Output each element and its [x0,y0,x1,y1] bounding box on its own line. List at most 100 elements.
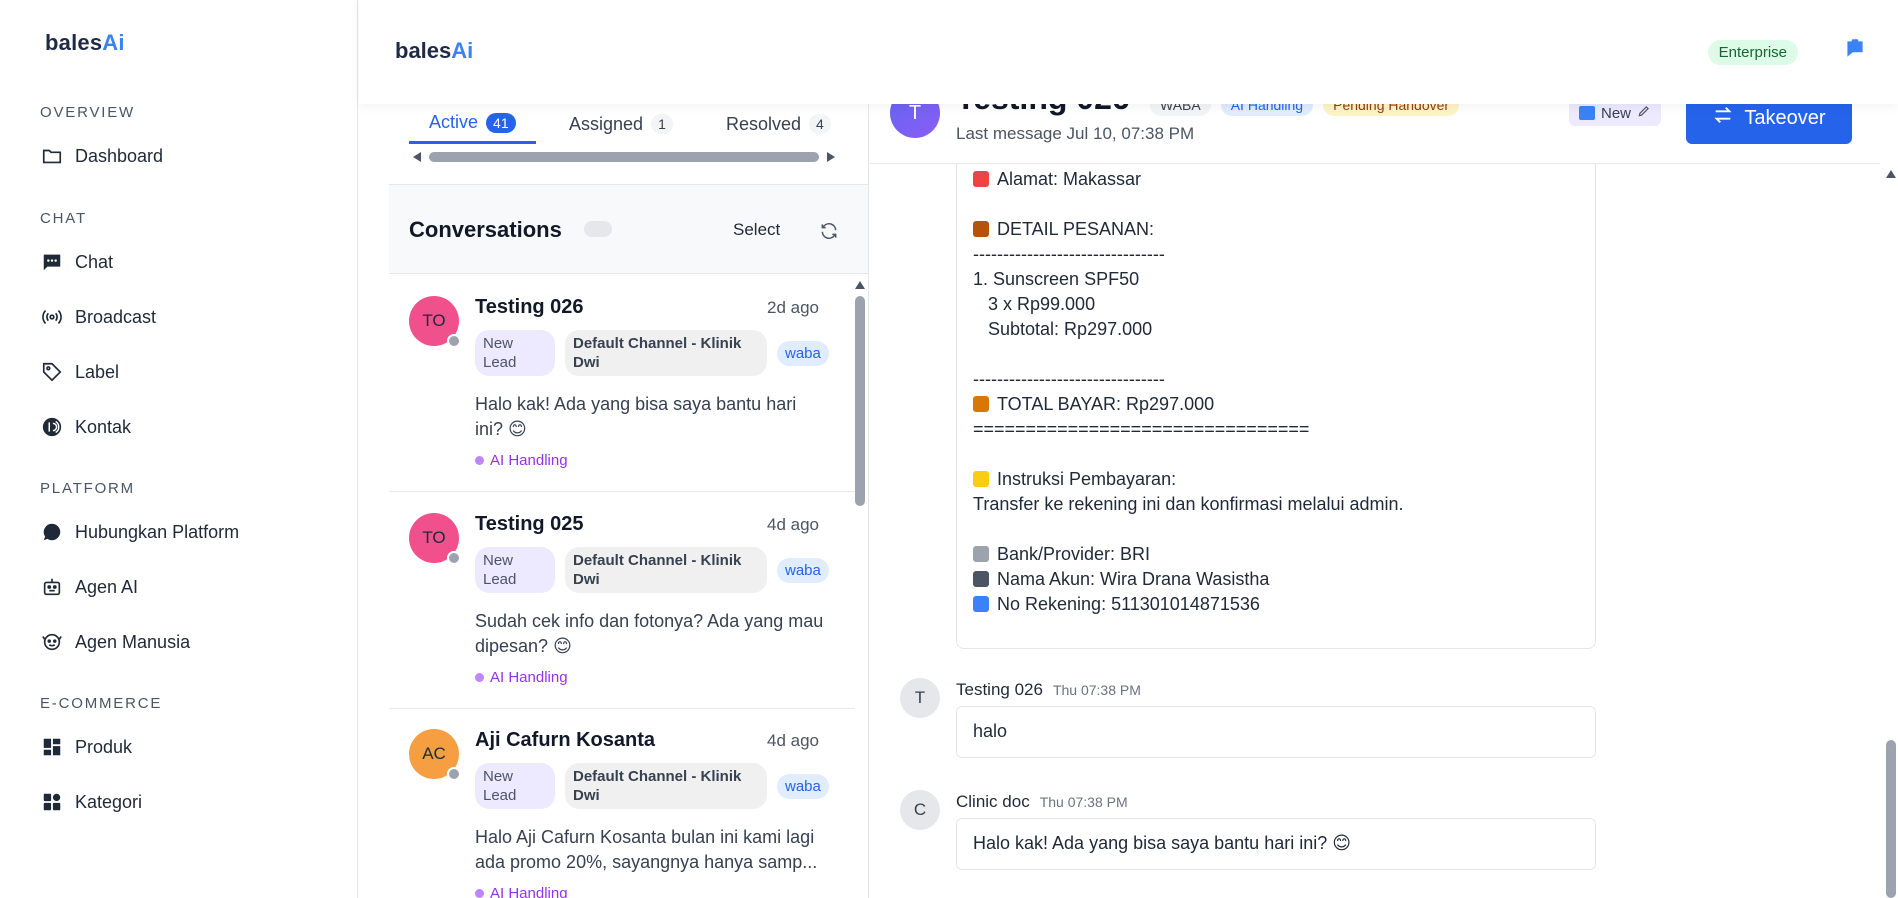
sidebar-item-broadcast[interactable]: Broadcast [40,302,156,332]
tag-icon [40,360,64,384]
order-card-text: -------------------------------- [973,244,1165,264]
tab-assigned[interactable]: Assigned 1 [569,104,673,144]
robot-icon [40,575,64,599]
refresh-icon[interactable] [819,221,839,241]
platform-badge: waba [777,773,829,799]
order-card-text: Instruksi Pembayaran: [997,469,1177,489]
conversation-item[interactable]: TO Testing 026 2d ago New Lead Default C… [389,276,855,492]
brand-name-ai: Ai [102,30,125,55]
brand-logo[interactable]: balesAi [395,38,473,64]
status-badge: AI Handling [475,452,568,469]
avatar-initial: T [914,688,926,707]
conversation-preview: Sudah cek info dan fotonya? Ada yang mau… [475,611,824,656]
conversation-list-scrollbar[interactable] [854,276,866,898]
select-button[interactable]: Select [733,220,780,240]
scroll-left-arrow-icon[interactable] [413,152,421,162]
message-sender-row: Clinic doc Thu 07:38 PM [956,792,1128,812]
conversation-item[interactable]: TO Testing 025 4d ago New Lead Default C… [389,493,855,709]
bubble-icon [40,520,64,544]
sidebar-item-chat[interactable]: Chat [40,247,113,277]
message-bubble: halo [956,706,1596,758]
tab-count-badge: 41 [486,112,516,133]
sidebar-item-label: Produk [75,736,133,757]
message-sender: Testing 026 [956,680,1043,699]
lead-badge: New Lead [475,763,555,809]
brand-logo[interactable]: balesAi [45,30,125,56]
grid-icon [40,735,64,759]
new-icon [1579,106,1595,120]
sidebar-item-dashboard[interactable]: Dashboard [40,141,163,171]
conversation-list-panel: Active 41 Assigned 1 Resolved 4 Conversatio… [389,104,869,898]
section-chat: CHAT [40,210,87,227]
message-time: Thu 07:38 PM [1039,794,1128,810]
sidebar-item-kategori[interactable]: Kategori [40,787,142,817]
order-card-line: No Rekening: 511301014871536 [973,594,1260,615]
pencil-icon[interactable] [1637,104,1651,122]
emoji-icon [973,571,989,587]
scrollbar-thumb[interactable] [429,152,819,162]
avatar-initials: TO [422,311,446,330]
order-card-line: ================================ [973,419,1309,440]
message-time: Thu 07:38 PM [1052,682,1141,698]
lead-badge: New Lead [475,547,555,593]
conversation-name: Testing 026 [475,296,584,318]
notification-icon[interactable] [1842,36,1868,62]
tab-resolved[interactable]: Resolved 4 [726,104,831,144]
platform-badge: waba [777,557,829,583]
sidebar-item-label[interactable]: Label [40,357,119,387]
sidebar-item-label: Agen AI [75,576,139,597]
order-card-text: Subtotal: Rp297.000 [973,319,1153,339]
order-card-text: TOTAL BAYAR: Rp297.000 [997,394,1215,414]
lead-badge: New Lead [475,330,555,376]
conversation-item[interactable]: AC Aji Cafurn Kosanta 4d ago New Lead De… [389,709,855,898]
order-card-line: Subtotal: Rp297.000 [973,319,1152,340]
sidebar-item-kontak[interactable]: Kontak [40,412,131,442]
emoji-icon [973,221,989,237]
presence-dot [447,551,461,565]
channel-badge: Default Channel - Klinik Dwi [565,763,767,809]
chat-scrollbar[interactable] [1884,166,1898,898]
sidebar-item-agen-manusia[interactable]: Agen Manusia [40,627,190,657]
scroll-up-arrow-icon[interactable] [1886,170,1896,178]
sidebar-item-produk[interactable]: Produk [40,732,132,762]
tab-active[interactable]: Active 41 [409,104,536,144]
emoji-icon [973,596,989,612]
order-card-text: ================================ [973,419,1310,439]
message-sender: Clinic doc [956,792,1030,811]
conversation-time: 4d ago [767,515,819,534]
channel-badge: Default Channel - Klinik Dwi [565,330,767,376]
presence-dot [447,767,461,781]
order-card-line: Bank/Provider: BRI [973,544,1150,565]
scroll-up-arrow-icon[interactable] [855,281,865,289]
emoji-icon [973,471,989,487]
avatar-initial: C [913,800,927,819]
order-card-text: No Rekening: 511301014871536 [997,594,1260,614]
top-header: balesAi Enterprise [359,0,1898,104]
sidebar-item-agen-ai[interactable]: Agen AI [40,572,138,602]
scrollbar-thumb[interactable] [1886,740,1896,898]
folder-icon [40,144,64,168]
avatar-initials: AC [422,744,446,763]
tab-label: Assigned [569,113,644,134]
brand-name: bales [45,30,103,55]
tab-count-badge: 4 [809,114,831,134]
conversation-preview: Halo Aji Cafurn Kosanta bulan ini kami l… [475,827,818,872]
scrollbar-thumb[interactable] [855,296,865,506]
scroll-right-arrow-icon[interactable] [827,152,835,162]
brand-name-ai: Ai [451,38,474,63]
section-platform: PLATFORM [40,480,135,497]
status-badge: AI Handling [475,669,568,686]
order-card-line: Nama Akun: Wira Drana Wasistha [973,569,1269,590]
conversations-toggle[interactable] [584,221,612,237]
order-card-line: 1. Sunscreen SPF50 [973,269,1139,290]
emoji-icon [973,546,989,562]
sidebar-item-label: Dashboard [75,145,164,166]
conversation-tags: New Lead Default Channel - Klinik Dwi wa… [475,547,829,593]
conversation-tags: New Lead Default Channel - Klinik Dwi wa… [475,330,829,376]
order-card-text: DETAIL PESANAN: [997,219,1155,239]
sidebar-item-hubungkan-platform[interactable]: Hubungkan Platform [40,517,239,547]
platform-badge: waba [777,340,829,366]
tabs-scrollbar[interactable] [409,144,839,166]
order-message-card: No. HP: 082280516811Alamat: MakassarDETA… [956,144,1596,649]
order-card-text: -------------------------------- [973,369,1165,389]
